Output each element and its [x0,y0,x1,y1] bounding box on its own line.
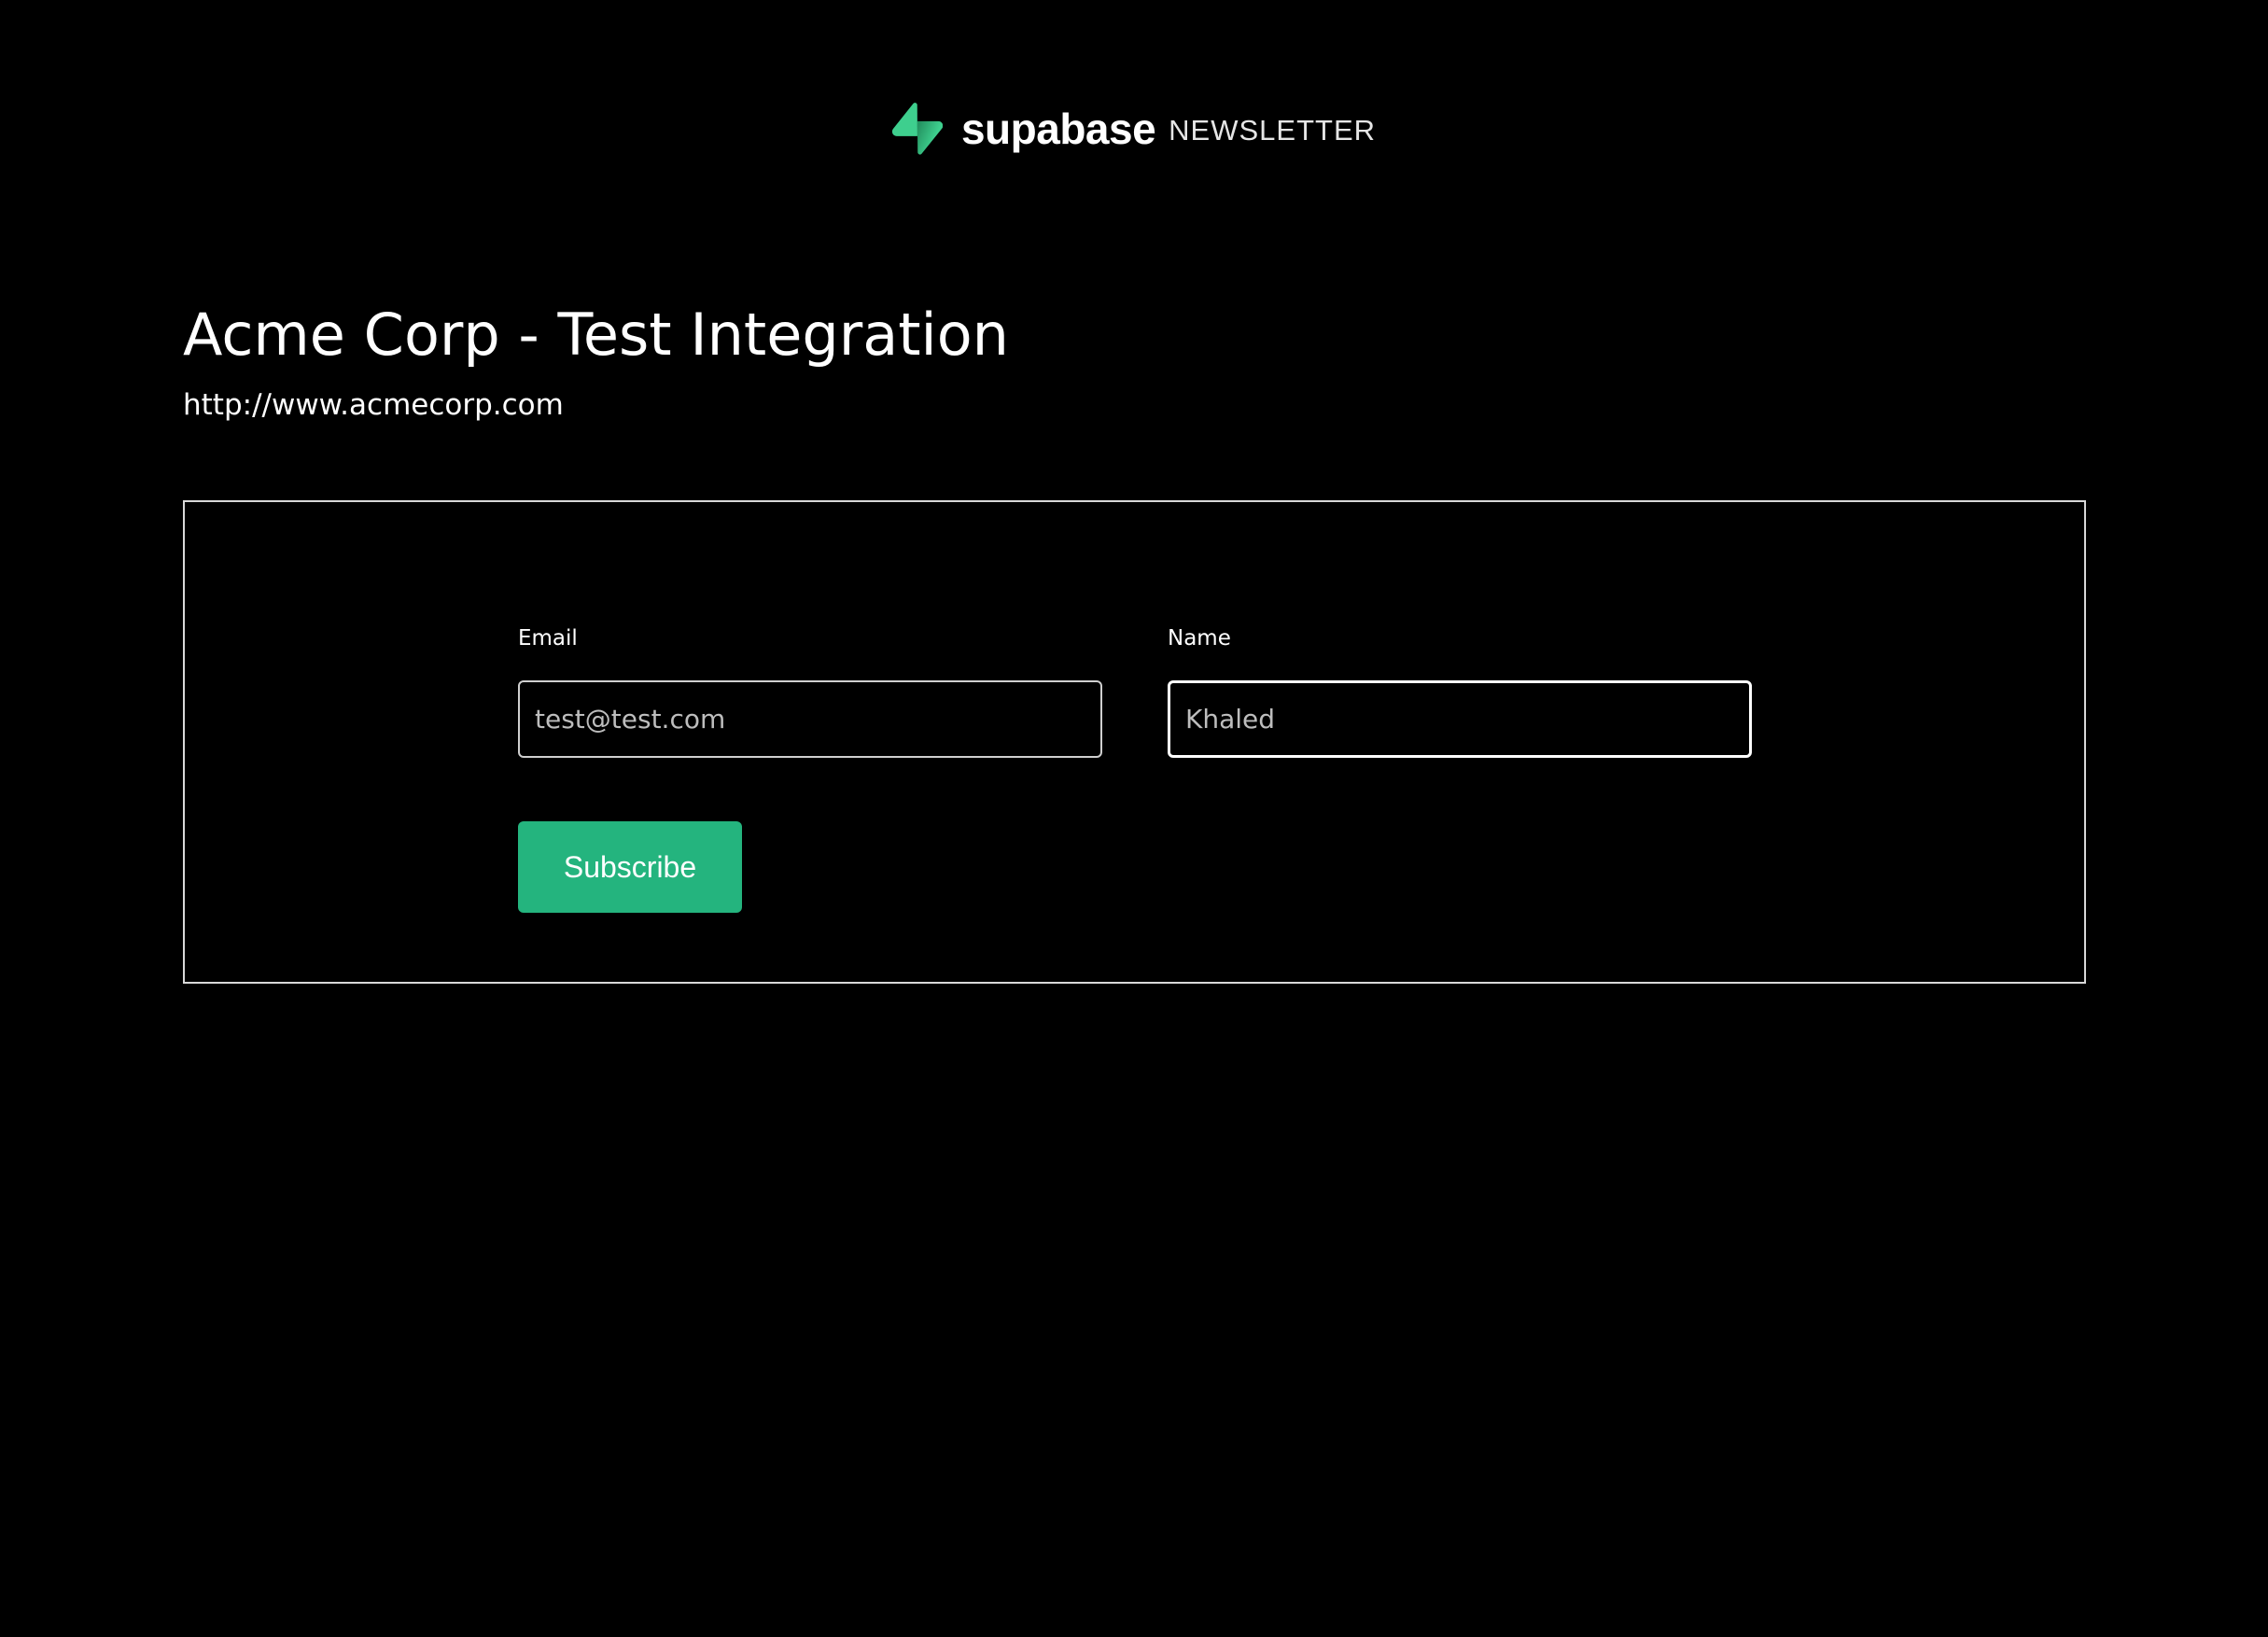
brand-header: supabase NEWSLETTER [0,101,2268,157]
subscribe-button[interactable]: Subscribe [518,821,742,913]
email-field[interactable] [518,680,1102,758]
brand-name: supabase [960,105,1156,153]
name-label: Name [1168,626,1231,651]
subscribe-form: Email Name Subscribe [183,500,2086,984]
brand-tagline: NEWSLETTER [1169,114,1377,147]
name-field[interactable] [1168,680,1752,758]
site-url: http://www.acmecorp.com [183,388,564,422]
email-label: Email [518,626,578,651]
page-title: Acme Corp - Test Integration [183,301,1009,369]
newsletter-page: supabase NEWSLETTER Acme Corp - Test Int… [0,0,2268,1637]
supabase-bolt-icon [891,103,943,155]
